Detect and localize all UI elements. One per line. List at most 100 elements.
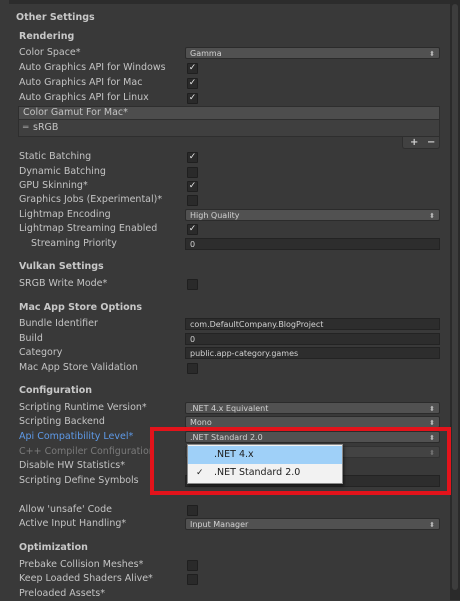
allow-unsafe-row: Allow 'unsafe' Code bbox=[9, 503, 450, 517]
allow-unsafe-label: Allow 'unsafe' Code bbox=[19, 504, 112, 515]
static-batching-checkbox[interactable]: ✓ bbox=[187, 152, 198, 163]
category-label: Category bbox=[19, 347, 63, 358]
auto-graphics-mac-row: Auto Graphics API for Mac ✓ bbox=[9, 76, 450, 90]
graphics-jobs-row: Graphics Jobs (Experimental)* bbox=[9, 193, 450, 207]
gpu-skinning-label: GPU Skinning* bbox=[19, 180, 88, 191]
static-batching-label: Static Batching bbox=[19, 151, 92, 162]
build-value: 0 bbox=[190, 335, 196, 344]
input-handling-label: Active Input Handling* bbox=[19, 518, 127, 529]
dynamic-batching-label: Dynamic Batching bbox=[19, 166, 106, 177]
section-title-configuration: Configuration bbox=[19, 385, 93, 396]
prebake-collision-checkbox[interactable] bbox=[187, 560, 198, 571]
keep-shaders-label: Keep Loaded Shaders Alive* bbox=[19, 573, 153, 584]
dropdown-option-label: .NET Standard 2.0 bbox=[214, 467, 301, 478]
section-title-rendering: Rendering bbox=[19, 31, 75, 42]
color-space-value: Gamma bbox=[190, 49, 222, 58]
popup-arrows-icon: ⬍ bbox=[429, 405, 435, 413]
scripting-backend-value: Mono bbox=[190, 418, 212, 427]
runtime-version-value: .NET 4.x Equivalent bbox=[190, 404, 269, 413]
build-field[interactable]: 0 bbox=[185, 333, 440, 345]
dynamic-batching-row: Dynamic Batching bbox=[9, 165, 450, 179]
cpp-config-label: C++ Compiler Configuration bbox=[19, 446, 155, 457]
srgb-write-checkbox[interactable] bbox=[187, 279, 198, 290]
build-row: Build 0 bbox=[9, 332, 450, 346]
auto-graphics-mac-label: Auto Graphics API for Mac bbox=[19, 77, 143, 88]
scrollbar-thumb[interactable] bbox=[452, 4, 458, 590]
dynamic-batching-checkbox[interactable] bbox=[187, 167, 198, 178]
lightmap-encoding-value: High Quality bbox=[190, 211, 240, 220]
static-batching-row: Static Batching ✓ bbox=[9, 150, 450, 164]
dropdown-option-netstandard[interactable]: ✓ .NET Standard 2.0 bbox=[188, 464, 342, 482]
api-compat-dropdown-menu: .NET 4.x ✓ .NET Standard 2.0 bbox=[187, 444, 343, 484]
runtime-version-popup[interactable]: .NET 4.x Equivalent ⬍ bbox=[185, 402, 440, 414]
api-compat-label: Api Compatibility Level* bbox=[19, 431, 134, 442]
graphics-jobs-label: Graphics Jobs (Experimental)* bbox=[19, 194, 163, 205]
top-divider bbox=[9, 0, 450, 4]
remove-item-button[interactable]: − bbox=[427, 137, 435, 148]
bundle-identifier-row: Bundle Identifier com.DefaultCompany.Blo… bbox=[9, 317, 450, 331]
color-space-label: Color Space* bbox=[19, 47, 81, 58]
disable-hw-stats-label: Disable HW Statistics* bbox=[19, 460, 125, 471]
mac-store-validation-row: Mac App Store Validation bbox=[9, 361, 450, 375]
color-gamut-list-header: Color Gamut For Mac* bbox=[18, 106, 440, 120]
category-field[interactable]: public.app-category.games bbox=[185, 347, 440, 359]
allow-unsafe-checkbox[interactable] bbox=[187, 505, 198, 516]
bundle-identifier-field[interactable]: com.DefaultCompany.BlogProject bbox=[185, 318, 440, 330]
bundle-identifier-value: com.DefaultCompany.BlogProject bbox=[190, 320, 324, 329]
auto-graphics-windows-row: Auto Graphics API for Windows ✓ bbox=[9, 61, 450, 75]
auto-graphics-linux-checkbox[interactable]: ✓ bbox=[187, 93, 198, 104]
runtime-version-row: Scripting Runtime Version* .NET 4.x Equi… bbox=[9, 401, 450, 415]
gpu-skinning-row: GPU Skinning* ✓ bbox=[9, 179, 450, 193]
checkmark-icon: ✓ bbox=[196, 468, 204, 478]
auto-graphics-windows-checkbox[interactable]: ✓ bbox=[187, 63, 198, 74]
keep-shaders-checkbox[interactable] bbox=[187, 574, 198, 585]
gpu-skinning-checkbox[interactable]: ✓ bbox=[187, 181, 198, 192]
streaming-priority-value: 0 bbox=[190, 240, 196, 249]
dropdown-option-net4x[interactable]: .NET 4.x bbox=[188, 446, 342, 464]
color-gamut-item[interactable]: sRGB bbox=[33, 122, 58, 134]
lightmap-streaming-label: Lightmap Streaming Enabled bbox=[19, 223, 158, 234]
auto-graphics-linux-row: Auto Graphics API for Linux ✓ bbox=[9, 91, 450, 105]
scripting-backend-label: Scripting Backend bbox=[19, 416, 105, 427]
color-space-popup[interactable]: Gamma ⬍ bbox=[185, 47, 440, 59]
auto-graphics-mac-checkbox[interactable]: ✓ bbox=[187, 78, 198, 89]
define-symbols-label: Scripting Define Symbols bbox=[19, 475, 139, 486]
preloaded-assets-row: Preloaded Assets* bbox=[9, 587, 450, 601]
lightmap-streaming-row: Lightmap Streaming Enabled ✓ bbox=[9, 222, 450, 236]
color-gamut-list: ═ sRGB bbox=[18, 120, 440, 137]
popup-arrows-icon: ⬍ bbox=[429, 212, 435, 220]
inspector-scrollbar[interactable] bbox=[450, 0, 460, 600]
section-title-other-settings: Other Settings bbox=[16, 12, 95, 23]
lightmap-streaming-checkbox[interactable]: ✓ bbox=[187, 224, 198, 235]
prebake-collision-row: Prebake Collision Meshes* bbox=[9, 558, 450, 572]
graphics-jobs-checkbox[interactable] bbox=[187, 195, 198, 206]
input-handling-value: Input Manager bbox=[190, 520, 249, 529]
lightmap-encoding-row: Lightmap Encoding High Quality ⬍ bbox=[9, 208, 450, 222]
auto-graphics-windows-label: Auto Graphics API for Windows bbox=[19, 62, 166, 73]
srgb-write-row: SRGB Write Mode* bbox=[9, 277, 450, 291]
input-handling-row: Active Input Handling* Input Manager ⬍ bbox=[9, 517, 450, 531]
streaming-priority-field[interactable]: 0 bbox=[185, 238, 440, 250]
dropdown-option-label: .NET 4.x bbox=[214, 449, 254, 460]
add-item-button[interactable]: + bbox=[410, 137, 418, 148]
prebake-collision-label: Prebake Collision Meshes* bbox=[19, 559, 144, 570]
color-space-row: Color Space* Gamma ⬍ bbox=[9, 46, 450, 60]
color-gamut-list-footer: + − bbox=[402, 137, 440, 149]
mac-store-validation-label: Mac App Store Validation bbox=[19, 362, 138, 373]
drag-handle-icon[interactable]: ═ bbox=[23, 124, 28, 133]
lightmap-encoding-label: Lightmap Encoding bbox=[19, 209, 111, 220]
input-handling-popup[interactable]: Input Manager ⬍ bbox=[185, 518, 440, 530]
srgb-write-label: SRGB Write Mode* bbox=[19, 278, 108, 289]
lightmap-encoding-popup[interactable]: High Quality ⬍ bbox=[185, 209, 440, 221]
color-gamut-label: Color Gamut For Mac* bbox=[23, 107, 128, 118]
section-title-optimization: Optimization bbox=[19, 542, 88, 553]
mac-store-validation-checkbox[interactable] bbox=[187, 363, 198, 374]
popup-arrows-icon: ⬍ bbox=[429, 50, 435, 58]
keep-shaders-row: Keep Loaded Shaders Alive* bbox=[9, 572, 450, 586]
runtime-version-label: Scripting Runtime Version* bbox=[19, 402, 147, 413]
build-label: Build bbox=[19, 333, 43, 344]
popup-arrows-icon: ⬍ bbox=[429, 521, 435, 529]
category-row: Category public.app-category.games bbox=[9, 346, 450, 360]
inspector-panel: Other Settings Rendering Color Space* Ga… bbox=[9, 0, 450, 600]
preloaded-assets-label: Preloaded Assets* bbox=[19, 588, 105, 599]
